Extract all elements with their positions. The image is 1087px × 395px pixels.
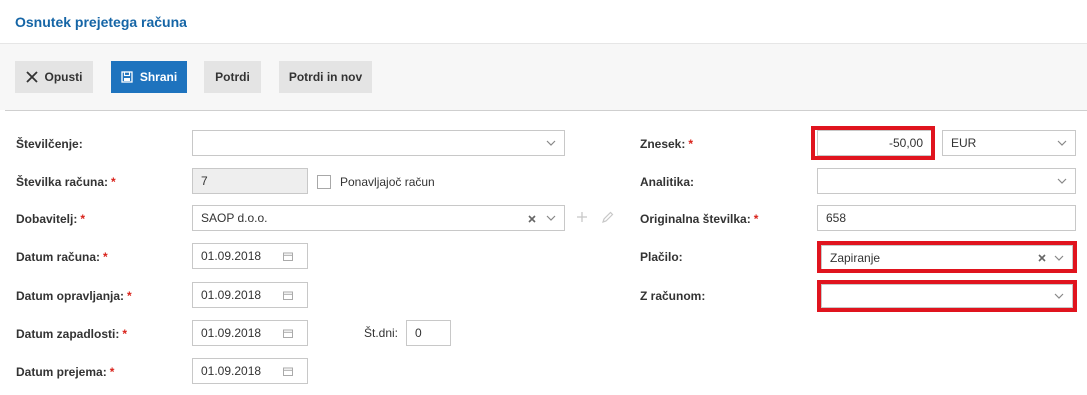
due-date-label: Datum zapadlosti: * — [16, 327, 128, 341]
invoice-number-value: 7 — [201, 174, 208, 188]
original-number-value: 658 — [826, 211, 847, 225]
days-label: Št.dni: — [364, 326, 399, 340]
chevron-down-icon — [546, 140, 556, 146]
confirm-and-new-button[interactable]: Potrdi in nov — [279, 61, 372, 93]
numbering-label: Številčenje: — [16, 137, 83, 151]
confirm-button-label: Potrdi — [215, 70, 250, 84]
calendar-icon[interactable] — [283, 291, 293, 300]
due-date-field[interactable]: 01.09.2018 — [192, 320, 308, 346]
receipt-date-field[interactable]: 01.09.2018 — [192, 358, 308, 384]
receipt-date-label: Datum prejema: * — [16, 365, 115, 379]
invoice-number-field: 7 — [192, 168, 308, 194]
confirm-button[interactable]: Potrdi — [204, 61, 261, 93]
original-number-label: Originalna številka: * — [640, 212, 759, 226]
supplier-label: Dobavitelj: * — [16, 212, 86, 226]
page-header: Osnutek prejetega računa — [0, 0, 1087, 44]
toolbar-divider — [5, 110, 1087, 111]
payment-highlight — [817, 241, 1077, 273]
invoice-date-label: Datum računa: * — [16, 250, 108, 264]
days-value: 0 — [415, 326, 422, 340]
chevron-down-icon — [1057, 178, 1067, 184]
service-date-label: Datum opravljanja: * — [16, 289, 132, 303]
invoice-number-label: Številka računa: * — [16, 175, 116, 189]
supplier-select[interactable]: SAOP d.o.o. — [192, 205, 565, 231]
confirm-and-new-button-label: Potrdi in nov — [288, 70, 363, 84]
calendar-icon[interactable] — [283, 252, 293, 261]
supplier-value: SAOP d.o.o. — [201, 211, 268, 225]
cancel-button[interactable]: Opusti — [15, 61, 93, 93]
edit-icon[interactable] — [601, 211, 614, 224]
save-button[interactable]: Shrani — [111, 61, 187, 93]
with-invoice-highlight — [817, 280, 1077, 312]
amount-label: Znesek: * — [640, 137, 694, 151]
save-button-label: Shrani — [139, 70, 178, 84]
recurring-invoice-checkbox[interactable] — [317, 175, 331, 189]
calendar-icon[interactable] — [283, 367, 293, 376]
service-date-field[interactable]: 01.09.2018 — [192, 282, 308, 308]
recurring-invoice-label: Ponavljajoč račun — [340, 175, 435, 189]
original-number-field[interactable]: 658 — [817, 205, 1076, 231]
amount-highlight — [811, 126, 935, 160]
calendar-icon[interactable] — [283, 329, 293, 338]
save-icon — [121, 71, 133, 83]
chevron-down-icon — [1057, 140, 1067, 146]
chevron-down-icon — [546, 215, 556, 221]
days-field[interactable]: 0 — [406, 320, 451, 346]
cancel-button-label: Opusti — [44, 70, 83, 84]
analytics-select[interactable] — [817, 168, 1076, 194]
analytics-label: Analitika: — [640, 175, 695, 189]
payment-label: Plačilo: — [640, 250, 683, 264]
invoice-date-field[interactable]: 01.09.2018 — [192, 243, 308, 269]
add-icon[interactable] — [576, 211, 588, 223]
page-title: Osnutek prejetega računa — [15, 14, 187, 30]
currency-select[interactable]: EUR — [942, 130, 1076, 156]
with-invoice-label: Z računom: — [640, 289, 706, 303]
clear-icon[interactable] — [528, 215, 536, 223]
close-icon — [25, 71, 38, 83]
numbering-select[interactable] — [192, 130, 565, 156]
